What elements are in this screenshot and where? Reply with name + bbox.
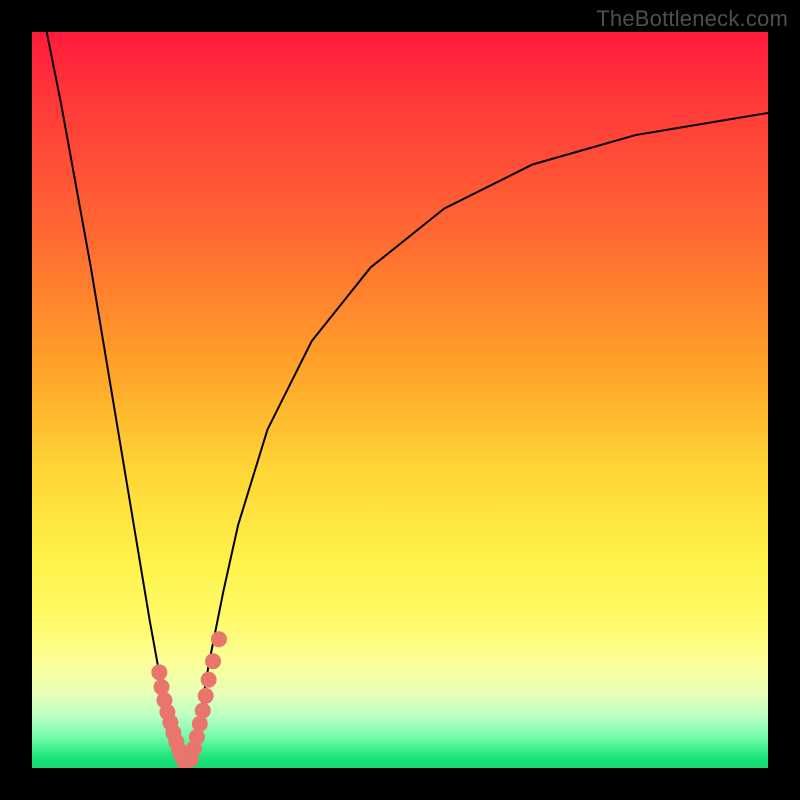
data-point [201,672,217,688]
chart-svg [32,32,768,768]
chart-frame: TheBottleneck.com [0,0,800,800]
bottleneck-curve-left [47,32,187,768]
data-point [195,703,211,719]
data-point [154,679,170,695]
data-point [192,716,208,732]
plot-area [32,32,768,768]
data-markers [151,631,227,768]
data-point [198,688,214,704]
bottleneck-curve-right [187,113,768,768]
data-point [211,631,227,647]
curve-layer [47,32,768,768]
data-point [189,729,205,745]
data-point [205,653,221,669]
data-point [151,664,167,680]
watermark-text: TheBottleneck.com [596,6,788,32]
